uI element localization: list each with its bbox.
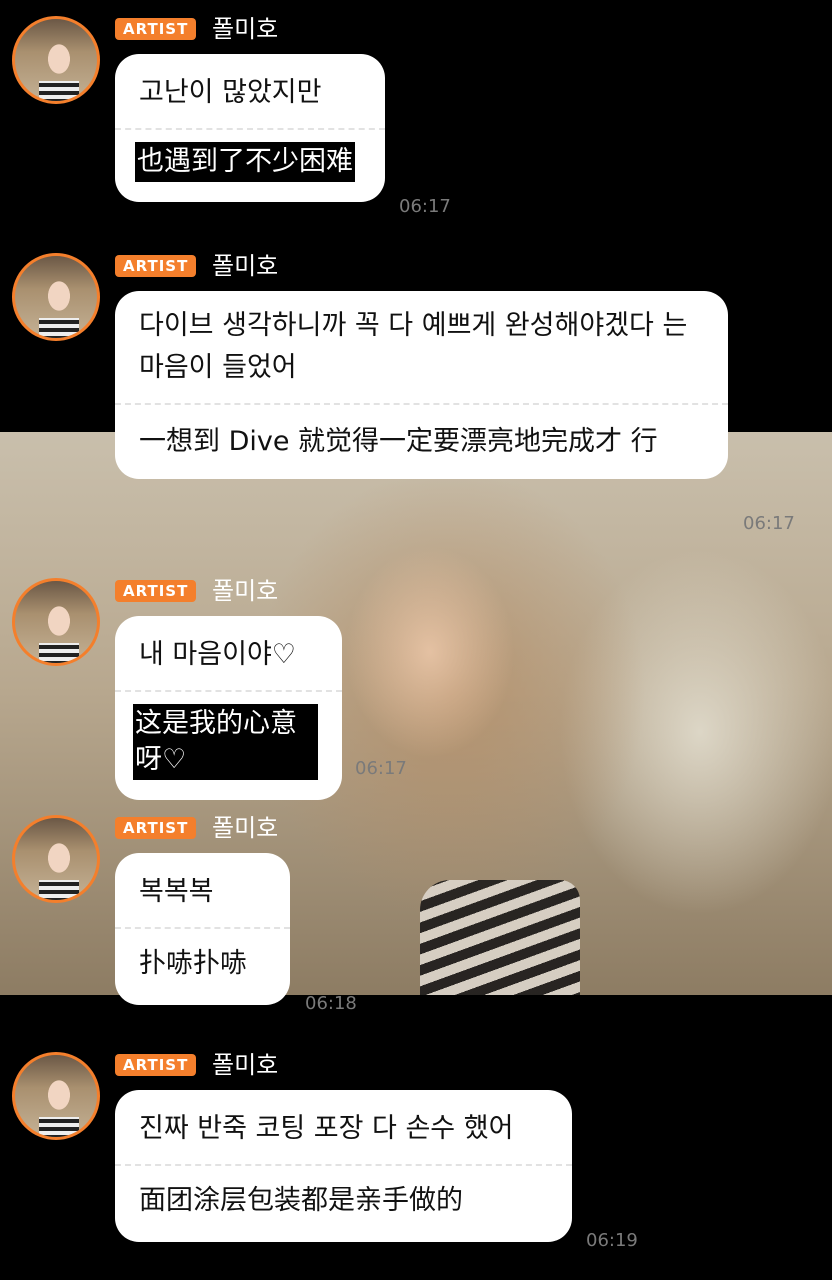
artist-name: 폴미호 [212, 814, 279, 842]
artist-name: 폴미호 [212, 577, 279, 605]
message-text-korean: 복복복 [139, 876, 214, 907]
message-text-chinese: 面团涂层包装都是亲手做的 [139, 1185, 463, 1216]
artist-avatar[interactable] [12, 578, 100, 666]
artist-avatar[interactable] [12, 16, 100, 104]
message-text-chinese: 也遇到了不少困难 [135, 142, 355, 182]
artist-name: 폴미호 [212, 15, 279, 43]
artist-badge: ARTIST [115, 255, 197, 277]
message-bubble[interactable]: 진짜 반죽 코팅 포장 다 손수 했어 面团涂层包装都是亲手做的 [115, 1090, 572, 1242]
artist-badge: ARTIST [115, 580, 197, 602]
artist-badge: ARTIST [115, 18, 197, 40]
artist-name: 폴미호 [212, 1051, 279, 1079]
message-text-korean: 다이브 생각하니까 꼭 다 예쁘게 완성해야겠다 는 마음이 들었어 [139, 310, 688, 383]
message-bubble[interactable]: 고난이 많았지만 也遇到了不少困难 [115, 54, 385, 202]
message-timestamp: 06:17 [743, 513, 795, 534]
message-timestamp: 06:18 [305, 993, 357, 1014]
message-bubble[interactable]: 다이브 생각하니까 꼭 다 예쁘게 완성해야겠다 는 마음이 들었어 一想到 D… [115, 291, 728, 479]
message-timestamp: 06:19 [586, 1230, 638, 1251]
message-text-korean: 고난이 많았지만 [139, 77, 322, 108]
artist-badge: ARTIST [115, 1054, 197, 1076]
message-text-korean: 내 마음이야♡ [139, 639, 296, 670]
artist-badge: ARTIST [115, 817, 197, 839]
message-timestamp: 06:17 [355, 758, 407, 779]
artist-name: 폴미호 [212, 252, 279, 280]
message-text-chinese: 一想到 Dive 就觉得一定要漂亮地完成才 行 [139, 426, 658, 457]
artist-avatar[interactable] [12, 253, 100, 341]
artist-avatar[interactable] [12, 815, 100, 903]
message-bubble[interactable]: 내 마음이야♡ 这是我的心意呀♡ [115, 616, 342, 800]
message-text-korean: 진짜 반죽 코팅 포장 다 손수 했어 [139, 1113, 514, 1144]
message-text-chinese: 扑哧扑哧 [139, 948, 247, 979]
background-photo-detail [420, 880, 580, 995]
message-text-chinese: 这是我的心意呀♡ [133, 704, 318, 780]
message-timestamp: 06:17 [399, 196, 451, 217]
artist-avatar[interactable] [12, 1052, 100, 1140]
message-bubble[interactable]: 복복복 扑哧扑哧 [115, 853, 290, 1005]
